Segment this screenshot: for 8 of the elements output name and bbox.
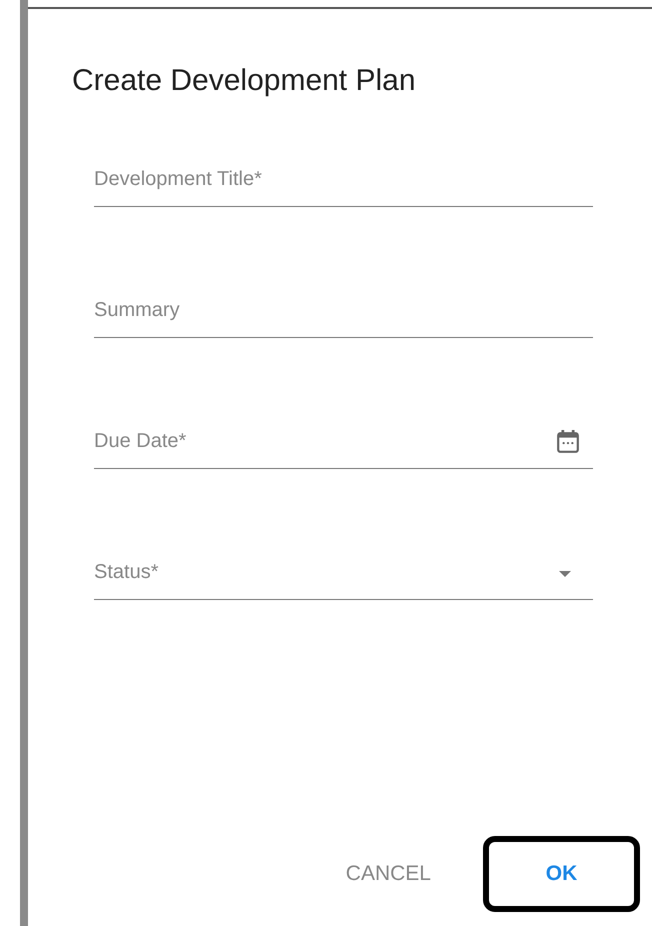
dialog-title: Create Development Plan [72, 64, 417, 98]
input-field[interactable]: Development Title* [94, 168, 593, 207]
input-field[interactable]: Summary [94, 299, 593, 338]
ok-button[interactable]: OK [483, 836, 640, 912]
dropdown-field[interactable]: Status* [94, 561, 593, 600]
caret-icon[interactable] [559, 571, 571, 577]
date-field[interactable]: Due Date* [94, 430, 593, 469]
calendar-icon[interactable] [557, 430, 579, 454]
